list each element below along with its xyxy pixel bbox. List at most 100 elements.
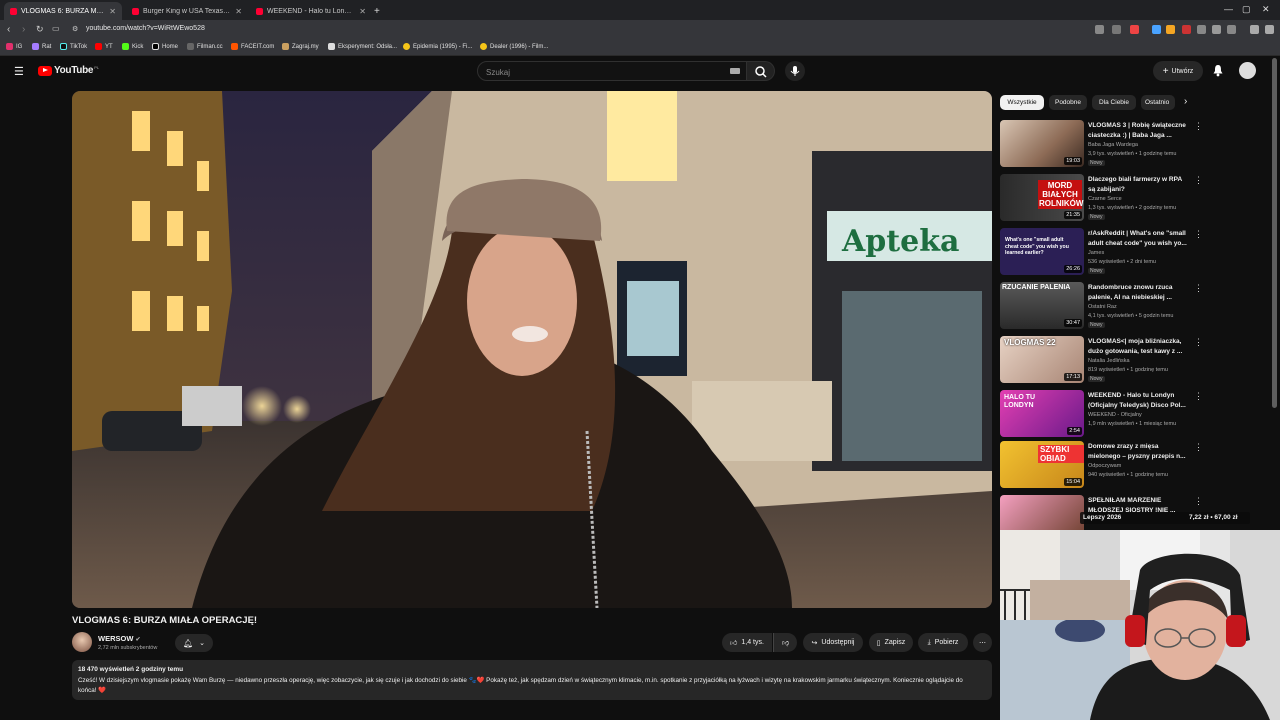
like-button[interactable]: 👍︎ 1,4 tys. bbox=[722, 633, 772, 652]
notifications-button[interactable] bbox=[1212, 64, 1224, 82]
search-box bbox=[477, 61, 747, 82]
more-options-icon[interactable]: ⋮ bbox=[1194, 442, 1203, 453]
view-count-and-date: 18 470 wyświetleń 2 godziny temu bbox=[78, 666, 184, 673]
youtube-favicon-icon bbox=[256, 7, 263, 15]
channel-name[interactable]: WERSOW ✔ bbox=[98, 634, 141, 643]
subscription-bell-button[interactable]: 🔔︎ ⌄ bbox=[175, 634, 213, 652]
more-options-icon[interactable]: ⋮ bbox=[1194, 391, 1203, 402]
close-tab-icon[interactable]: ✕ bbox=[235, 7, 242, 16]
dislike-button[interactable]: 👎︎ bbox=[773, 633, 797, 652]
hamburger-menu-icon[interactable]: ☰ bbox=[14, 65, 24, 78]
imdb-icon bbox=[480, 43, 487, 50]
search-button[interactable] bbox=[747, 61, 775, 81]
microphone-icon bbox=[790, 66, 800, 76]
bookmark-item[interactable]: Home bbox=[152, 43, 178, 50]
chevron-down-icon: ⌄ bbox=[199, 640, 206, 647]
media-icon[interactable] bbox=[1250, 25, 1259, 34]
search-input[interactable] bbox=[478, 63, 708, 82]
more-options-icon[interactable]: ⋮ bbox=[1194, 283, 1203, 294]
browser-tab[interactable]: Burger King w USA Texas 69 - YouTu ✕ bbox=[126, 2, 248, 20]
recommendation-item[interactable]: RZUCANIE PALENIA 30:47 Randombruce znowu… bbox=[1000, 282, 1270, 330]
video-thumbnail: RZUCANIE PALENIA 30:47 bbox=[1000, 282, 1084, 329]
webcam-image bbox=[1000, 530, 1280, 720]
bookmark-item[interactable]: FACEIT.com bbox=[231, 43, 274, 50]
download-icon[interactable] bbox=[1212, 25, 1221, 34]
save-button[interactable]: ▯ Zapisz bbox=[869, 633, 913, 652]
bookmark-favicon-icon bbox=[32, 43, 39, 50]
bookmark-item[interactable]: Filman.cc bbox=[187, 43, 223, 50]
video-thumbnail: SZYBKI OBIAD 15:04 bbox=[1000, 441, 1084, 488]
video-frame: Apteka bbox=[72, 91, 992, 608]
bookmark-item[interactable]: Dealer (1996) - Film... bbox=[480, 43, 548, 50]
address-bar-row: ‹ › ↻ ▭ ⚙ youtube.com/watch?v=WiRtWEwo52… bbox=[0, 20, 1280, 40]
recommendation-item[interactable]: VLOGMAS 22 17:13 VLOGMAS<| moja bliźniac… bbox=[1000, 336, 1270, 384]
bookmark-item[interactable]: Eksperyment: Odsła... bbox=[328, 43, 397, 50]
more-options-icon[interactable]: ⋮ bbox=[1194, 496, 1203, 507]
bookmark-item[interactable]: Zagraj.my bbox=[282, 43, 319, 50]
video-thumbnail: VLOGMAS 22 17:13 bbox=[1000, 336, 1084, 383]
new-tab-button[interactable]: + bbox=[372, 2, 386, 20]
search-icon bbox=[755, 66, 767, 78]
recommendation-item[interactable]: SZYBKI OBIAD 15:04 Domowe zrazy z mięsa … bbox=[1000, 441, 1270, 489]
chip-recent[interactable]: Ostatnio bbox=[1141, 95, 1175, 110]
browser-tab[interactable]: WEEKEND - Halo tu Londyn (Oficjaln ✕ bbox=[250, 2, 372, 20]
forward-icon[interactable]: › bbox=[22, 24, 25, 35]
extension-icon[interactable] bbox=[1152, 25, 1161, 34]
more-options-icon[interactable]: ⋮ bbox=[1194, 337, 1203, 348]
bookmark-item[interactable]: IG bbox=[6, 43, 22, 50]
reload-icon[interactable]: ↻ bbox=[36, 24, 44, 35]
brave-shield-icon[interactable] bbox=[1130, 25, 1139, 34]
more-options-icon[interactable]: ⋮ bbox=[1194, 121, 1203, 132]
share-button[interactable]: ↪ Udostępnij bbox=[803, 633, 863, 652]
chip-related[interactable]: Podobne bbox=[1049, 95, 1087, 110]
maximize-icon[interactable]: ▢ bbox=[1242, 4, 1251, 15]
donation-goal-bar: Lepszy 2026 7,22 zł • 67,00 zł bbox=[1080, 512, 1250, 524]
scrollbar[interactable] bbox=[1272, 58, 1277, 408]
bookmark-item[interactable]: Kick bbox=[122, 43, 143, 50]
minimize-icon[interactable]: — bbox=[1224, 4, 1233, 14]
puzzle-icon[interactable] bbox=[1197, 25, 1206, 34]
recommendation-item[interactable]: 19:03 VLOGMAS 3 | Robię świąteczne ciast… bbox=[1000, 120, 1270, 168]
chips-next-icon[interactable]: › bbox=[1184, 96, 1187, 107]
close-window-icon[interactable]: ✕ bbox=[1262, 4, 1270, 15]
youtube-logo[interactable]: YouTube PL bbox=[38, 65, 99, 76]
channel-avatar[interactable] bbox=[72, 632, 92, 652]
extension-icon[interactable] bbox=[1095, 25, 1104, 34]
browser-tab-active[interactable]: VLOGMAS 6: BURZA MIAŁA OPE ✕ bbox=[4, 2, 122, 20]
voice-search-button[interactable] bbox=[785, 61, 805, 81]
video-thumbnail: HALO TU LONDYN 2:54 bbox=[1000, 390, 1084, 437]
more-options-icon[interactable]: ⋮ bbox=[1194, 229, 1203, 240]
download-icon: ⤓ bbox=[927, 638, 931, 646]
extension-icon[interactable] bbox=[1182, 25, 1191, 34]
back-icon[interactable]: ‹ bbox=[7, 24, 10, 35]
account-avatar[interactable] bbox=[1239, 62, 1256, 79]
chip-all[interactable]: Wszystkie bbox=[1000, 95, 1044, 110]
bookmark-item[interactable]: Rat bbox=[32, 43, 51, 50]
recommendation-item[interactable]: HALO TU LONDYN 2:54 WEEKEND - Halo tu Lo… bbox=[1000, 390, 1270, 438]
extension-icon[interactable] bbox=[1166, 25, 1175, 34]
menu-icon[interactable] bbox=[1265, 25, 1274, 34]
bookmark-item[interactable]: Epidemia (1995) - Fi... bbox=[403, 43, 472, 50]
save-icon: ▯ bbox=[876, 639, 881, 647]
x-icon bbox=[152, 43, 159, 50]
close-tab-icon[interactable]: ✕ bbox=[359, 7, 366, 16]
share-icon[interactable] bbox=[1112, 25, 1121, 34]
close-tab-icon[interactable]: ✕ bbox=[109, 7, 116, 16]
pen-icon[interactable] bbox=[1227, 25, 1236, 34]
create-button[interactable]: + Utwórz bbox=[1153, 61, 1203, 81]
recommendation-item[interactable]: MORD BIAŁYCH ROLNIKÓW 21:35 Dlaczego bia… bbox=[1000, 174, 1270, 222]
webcam-overlay bbox=[1000, 530, 1280, 720]
keyboard-icon[interactable] bbox=[730, 68, 740, 74]
video-player[interactable]: Apteka bbox=[72, 91, 992, 608]
site-info-icon[interactable]: ⚙ bbox=[72, 25, 78, 33]
chip-for-you[interactable]: Dla Ciebie bbox=[1092, 95, 1136, 110]
bookmark-item[interactable]: TikTok bbox=[60, 43, 87, 50]
download-button[interactable]: ⤓ Pobierz bbox=[918, 633, 968, 652]
more-actions-button[interactable]: ⋯ bbox=[973, 633, 992, 652]
url-field[interactable]: youtube.com/watch?v=WiRtWEwo528 bbox=[86, 25, 205, 32]
recommendation-item[interactable]: What's one "small adult cheat code" you … bbox=[1000, 228, 1270, 276]
share-icon: ↪ bbox=[811, 639, 818, 647]
bookmark-item[interactable]: YT bbox=[95, 43, 113, 50]
more-options-icon[interactable]: ⋮ bbox=[1194, 175, 1203, 186]
bookmark-page-icon[interactable]: ▭ bbox=[52, 24, 60, 33]
